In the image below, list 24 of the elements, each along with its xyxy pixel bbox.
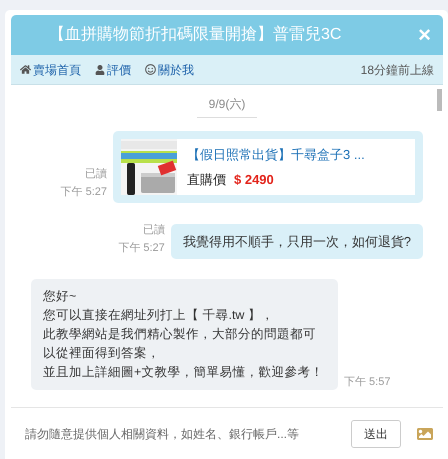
message-bubble: 我覺得用不順手，只用一次，如何退貨?	[170, 224, 423, 259]
message-bubble: 您好~ 您可以直接在網址列打上【 千尋.tw 】， 此教學網站是我們精心製作，大部分的問題都可 以從裡面得到答案， 並且加上詳細圖+文教學，簡單易懂，歡迎參考！	[31, 279, 338, 390]
read-receipt: 已讀	[142, 223, 165, 238]
smiley-icon	[145, 64, 156, 75]
price: $ 2490	[234, 171, 274, 189]
send-button[interactable]: 送出	[351, 420, 401, 448]
image-icon[interactable]	[417, 426, 433, 442]
price-label: 直購價	[187, 171, 226, 189]
read-receipt: 已讀	[85, 167, 107, 182]
message-input[interactable]: 請勿隨意提供個人相關資料，如姓名、銀行帳戶...等	[25, 424, 341, 442]
user-icon	[95, 64, 105, 74]
nav-link[interactable]: 評價	[95, 60, 131, 78]
online-status: 18分鐘前上線	[360, 62, 434, 78]
nav-link[interactable]: 賣場首頁	[20, 60, 81, 78]
home-icon	[20, 64, 31, 75]
date-divider: 9/9(六)	[196, 95, 258, 118]
message-time: 下午 5:57	[344, 374, 390, 390]
product-message-bubble[interactable]: 【假日照常出貨】千尋盒子3 ... 直購價 $ 2490	[113, 131, 423, 203]
message-time: 下午 5:27	[60, 185, 107, 200]
nav-link[interactable]: 關於我	[145, 60, 194, 78]
scrollbar-thumb[interactable]	[437, 89, 442, 111]
window-title: 【血拼購物節折扣碼限量開搶】普雷兒3C	[49, 24, 342, 45]
message-time: 下午 5:27	[118, 241, 165, 256]
product-title[interactable]: 【假日照常出貨】千尋盒子3 ...	[187, 144, 365, 164]
